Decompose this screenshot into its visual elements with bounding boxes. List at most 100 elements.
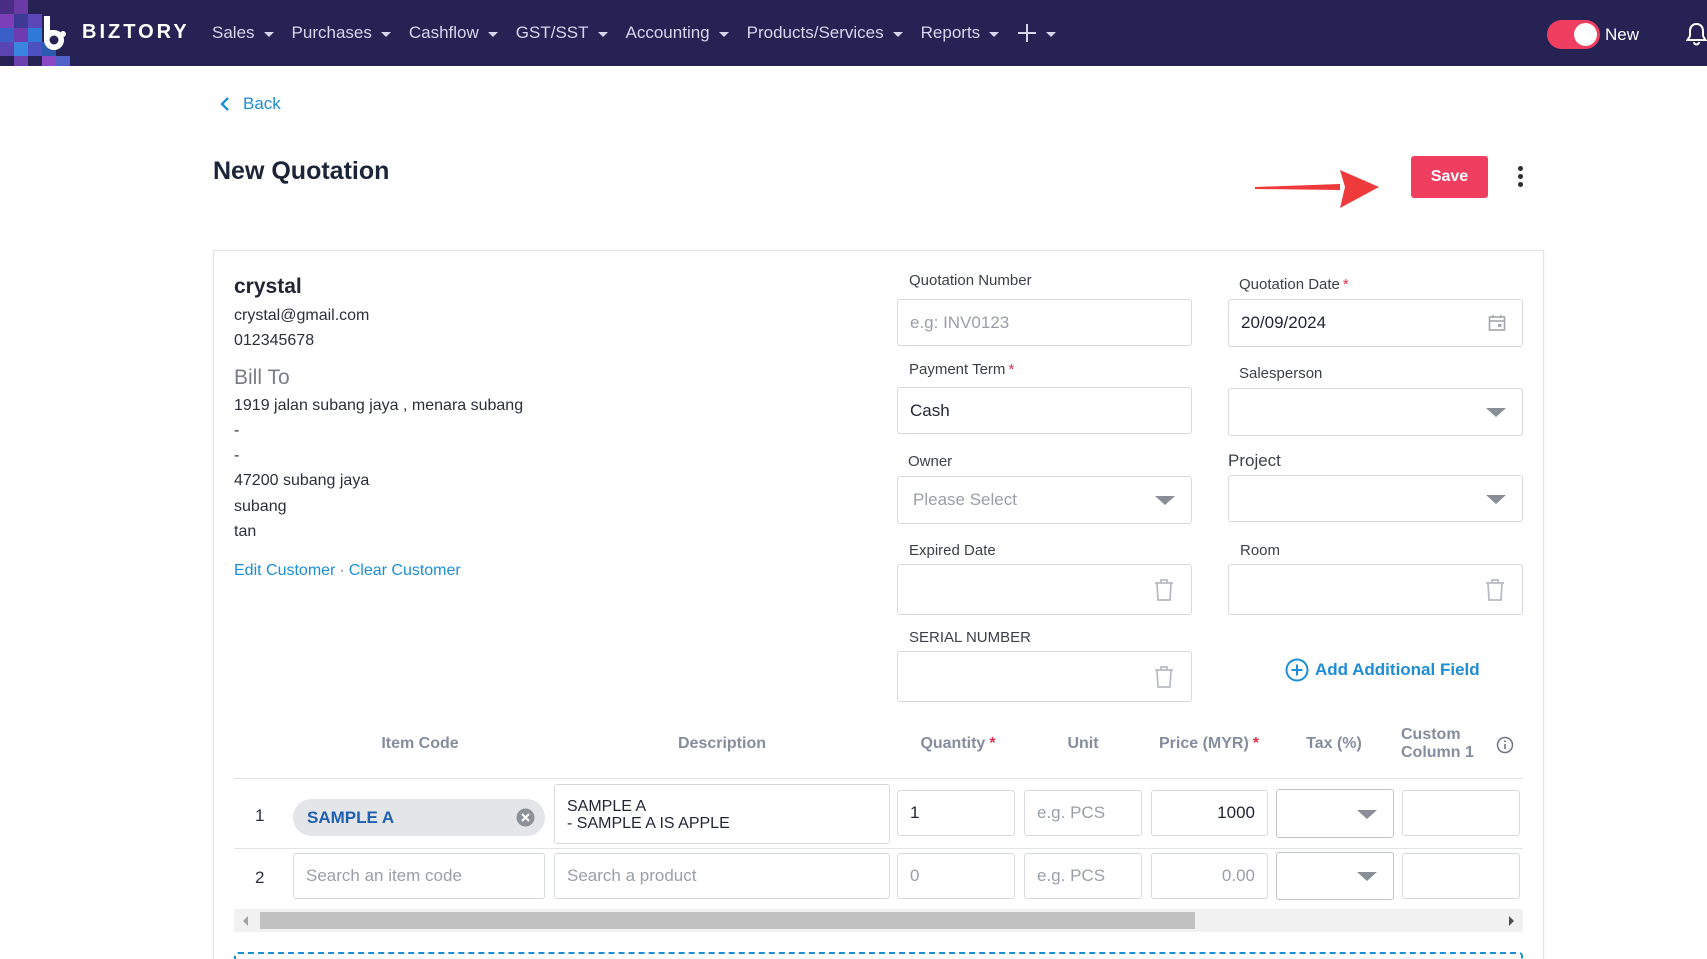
clear-customer-link[interactable]: Clear Customer [349, 562, 461, 579]
customer-name: crystal [234, 275, 302, 298]
trash-icon[interactable] [1153, 578, 1175, 602]
brand-name: BIZTORY [82, 21, 190, 43]
unit-input[interactable]: e.g. PCS [1024, 790, 1142, 836]
add-row-dropzone[interactable] [234, 952, 1523, 959]
room-label: Room [1240, 542, 1280, 559]
item-code-chip[interactable]: SAMPLE A [293, 799, 545, 836]
nav-cashflow-label: Cashflow [408, 23, 479, 42]
expired-date-label-text: Expired Date [909, 542, 996, 559]
owner-select[interactable]: Please Select [897, 476, 1192, 524]
nav-purchases[interactable]: Purchases [292, 23, 391, 43]
caret-down-icon [1046, 31, 1057, 37]
required-mark: * [989, 735, 996, 752]
description-cell[interactable]: SAMPLE A - SAMPLE A IS APPLE [554, 784, 890, 844]
table-horizontal-scrollbar[interactable] [234, 909, 1523, 932]
col-header-description: Description [677, 735, 766, 752]
trash-icon[interactable] [1153, 665, 1175, 689]
required-mark: * [1252, 735, 1260, 752]
quotation-number-label: Quotation Number [909, 272, 1032, 289]
red-arrow-annotation [1255, 170, 1379, 208]
trash-icon[interactable] [1484, 578, 1506, 602]
project-label-text: Project [1228, 451, 1281, 470]
salesperson-select[interactable] [1228, 388, 1523, 436]
row-number: 1 [255, 806, 265, 825]
owner-label: Owner [908, 453, 952, 470]
bell-icon[interactable] [1686, 22, 1707, 46]
nav-products-services-label: Products/Services [746, 23, 884, 42]
payment-term-label: Payment Term * [909, 361, 1014, 378]
tax-select[interactable] [1276, 852, 1394, 900]
required-mark: * [1008, 361, 1015, 378]
edit-customer-link[interactable]: Edit Customer [234, 562, 335, 579]
more-options-icon[interactable] [1514, 166, 1526, 188]
col-header-quantity: Quantity * [918, 735, 998, 753]
link-separator: · [339, 562, 345, 579]
caret-down-icon [892, 31, 903, 37]
page-title: New Quotation [213, 157, 390, 185]
toggle-switch[interactable] [1547, 20, 1600, 49]
calendar-icon[interactable] [1488, 314, 1506, 332]
custom-column-1-input[interactable] [1402, 790, 1520, 836]
nav-gst-sst[interactable]: GST/SST [516, 23, 608, 43]
quotation-date-label-text: Quotation Date [1239, 276, 1340, 293]
toggle-knob [1574, 23, 1597, 46]
caret-down-icon [380, 31, 391, 37]
add-additional-field-button[interactable]: Add Additional Field [1285, 658, 1480, 682]
project-select[interactable] [1228, 475, 1523, 522]
nav-products-services[interactable]: Products/Services [747, 23, 903, 43]
project-label: Project [1228, 451, 1281, 471]
nav-quick-add[interactable] [1017, 23, 1057, 43]
caret-down-icon [989, 31, 1000, 37]
description-line-1: SAMPLE A [567, 798, 647, 815]
nav-accounting[interactable]: Accounting [626, 23, 729, 43]
payment-term-input[interactable]: Cash [897, 387, 1192, 434]
main-nav-menu: Sales Purchases Cashflow GST/SST Account… [212, 0, 1074, 66]
scrollbar-thumb[interactable] [260, 912, 1195, 929]
scroll-right-arrow-icon[interactable] [1509, 916, 1514, 926]
quotation-number-input[interactable]: e.g: INV0123 [897, 299, 1192, 346]
col-header-price: Price (MYR) * [1157, 735, 1261, 753]
new-ui-toggle[interactable]: New [1547, 20, 1639, 49]
plus-icon [1018, 24, 1037, 42]
product-search-input[interactable]: Search a product [554, 853, 890, 899]
price-input[interactable]: 1000 [1151, 790, 1268, 836]
item-code-search-input[interactable]: Search an item code [293, 853, 545, 899]
col-header-quantity-text: Quantity [920, 735, 986, 752]
back-label: Back [243, 94, 281, 113]
owner-placeholder: Please Select [913, 490, 1017, 509]
caret-down-icon [1357, 872, 1377, 881]
salesperson-label: Salesperson [1239, 365, 1322, 382]
nav-cashflow[interactable]: Cashflow [409, 23, 498, 43]
quotation-date-input[interactable]: 20/09/2024 [1228, 299, 1523, 347]
tax-select[interactable] [1276, 789, 1394, 838]
col-header-tax: Tax (%) [1306, 735, 1362, 752]
address-line-3: - [234, 447, 240, 464]
unit-input[interactable]: e.g. PCS [1024, 853, 1142, 899]
nav-reports[interactable]: Reports [921, 23, 1000, 43]
price-input[interactable]: 0.00 [1151, 853, 1268, 899]
item-code-chip-label: SAMPLE A [307, 807, 395, 827]
biztory-logo-icon [44, 16, 66, 50]
expired-date-input[interactable] [897, 564, 1192, 615]
quantity-input[interactable]: 1 [897, 790, 1015, 836]
custom-column-1-input[interactable] [1402, 853, 1520, 899]
save-button[interactable]: Save [1411, 156, 1488, 198]
nav-sales[interactable]: Sales [212, 23, 274, 43]
customer-actions: Edit Customer · Clear Customer [234, 562, 461, 580]
address-line-4: 47200 subang jaya [234, 472, 370, 489]
row-number: 2 [255, 868, 265, 887]
table-header-divider [234, 778, 1523, 779]
top-navbar: BIZTORY Sales Purchases Cashflow GST/SST… [0, 0, 1707, 66]
plus-circle-icon [1285, 658, 1309, 682]
caret-down-icon [1486, 494, 1506, 504]
quantity-input[interactable]: 0 [897, 853, 1015, 899]
info-icon[interactable] [1496, 736, 1514, 754]
back-link[interactable]: Back [220, 94, 281, 114]
scroll-left-arrow-icon[interactable] [243, 916, 248, 926]
room-input[interactable] [1228, 564, 1523, 615]
quotation-date-label: Quotation Date * [1239, 276, 1349, 293]
serial-number-input[interactable] [897, 651, 1192, 702]
caret-down-icon [1357, 809, 1377, 819]
address-line-1: 1919 jalan subang jaya , menara subang [234, 397, 524, 414]
clear-circle-icon[interactable] [516, 808, 535, 827]
